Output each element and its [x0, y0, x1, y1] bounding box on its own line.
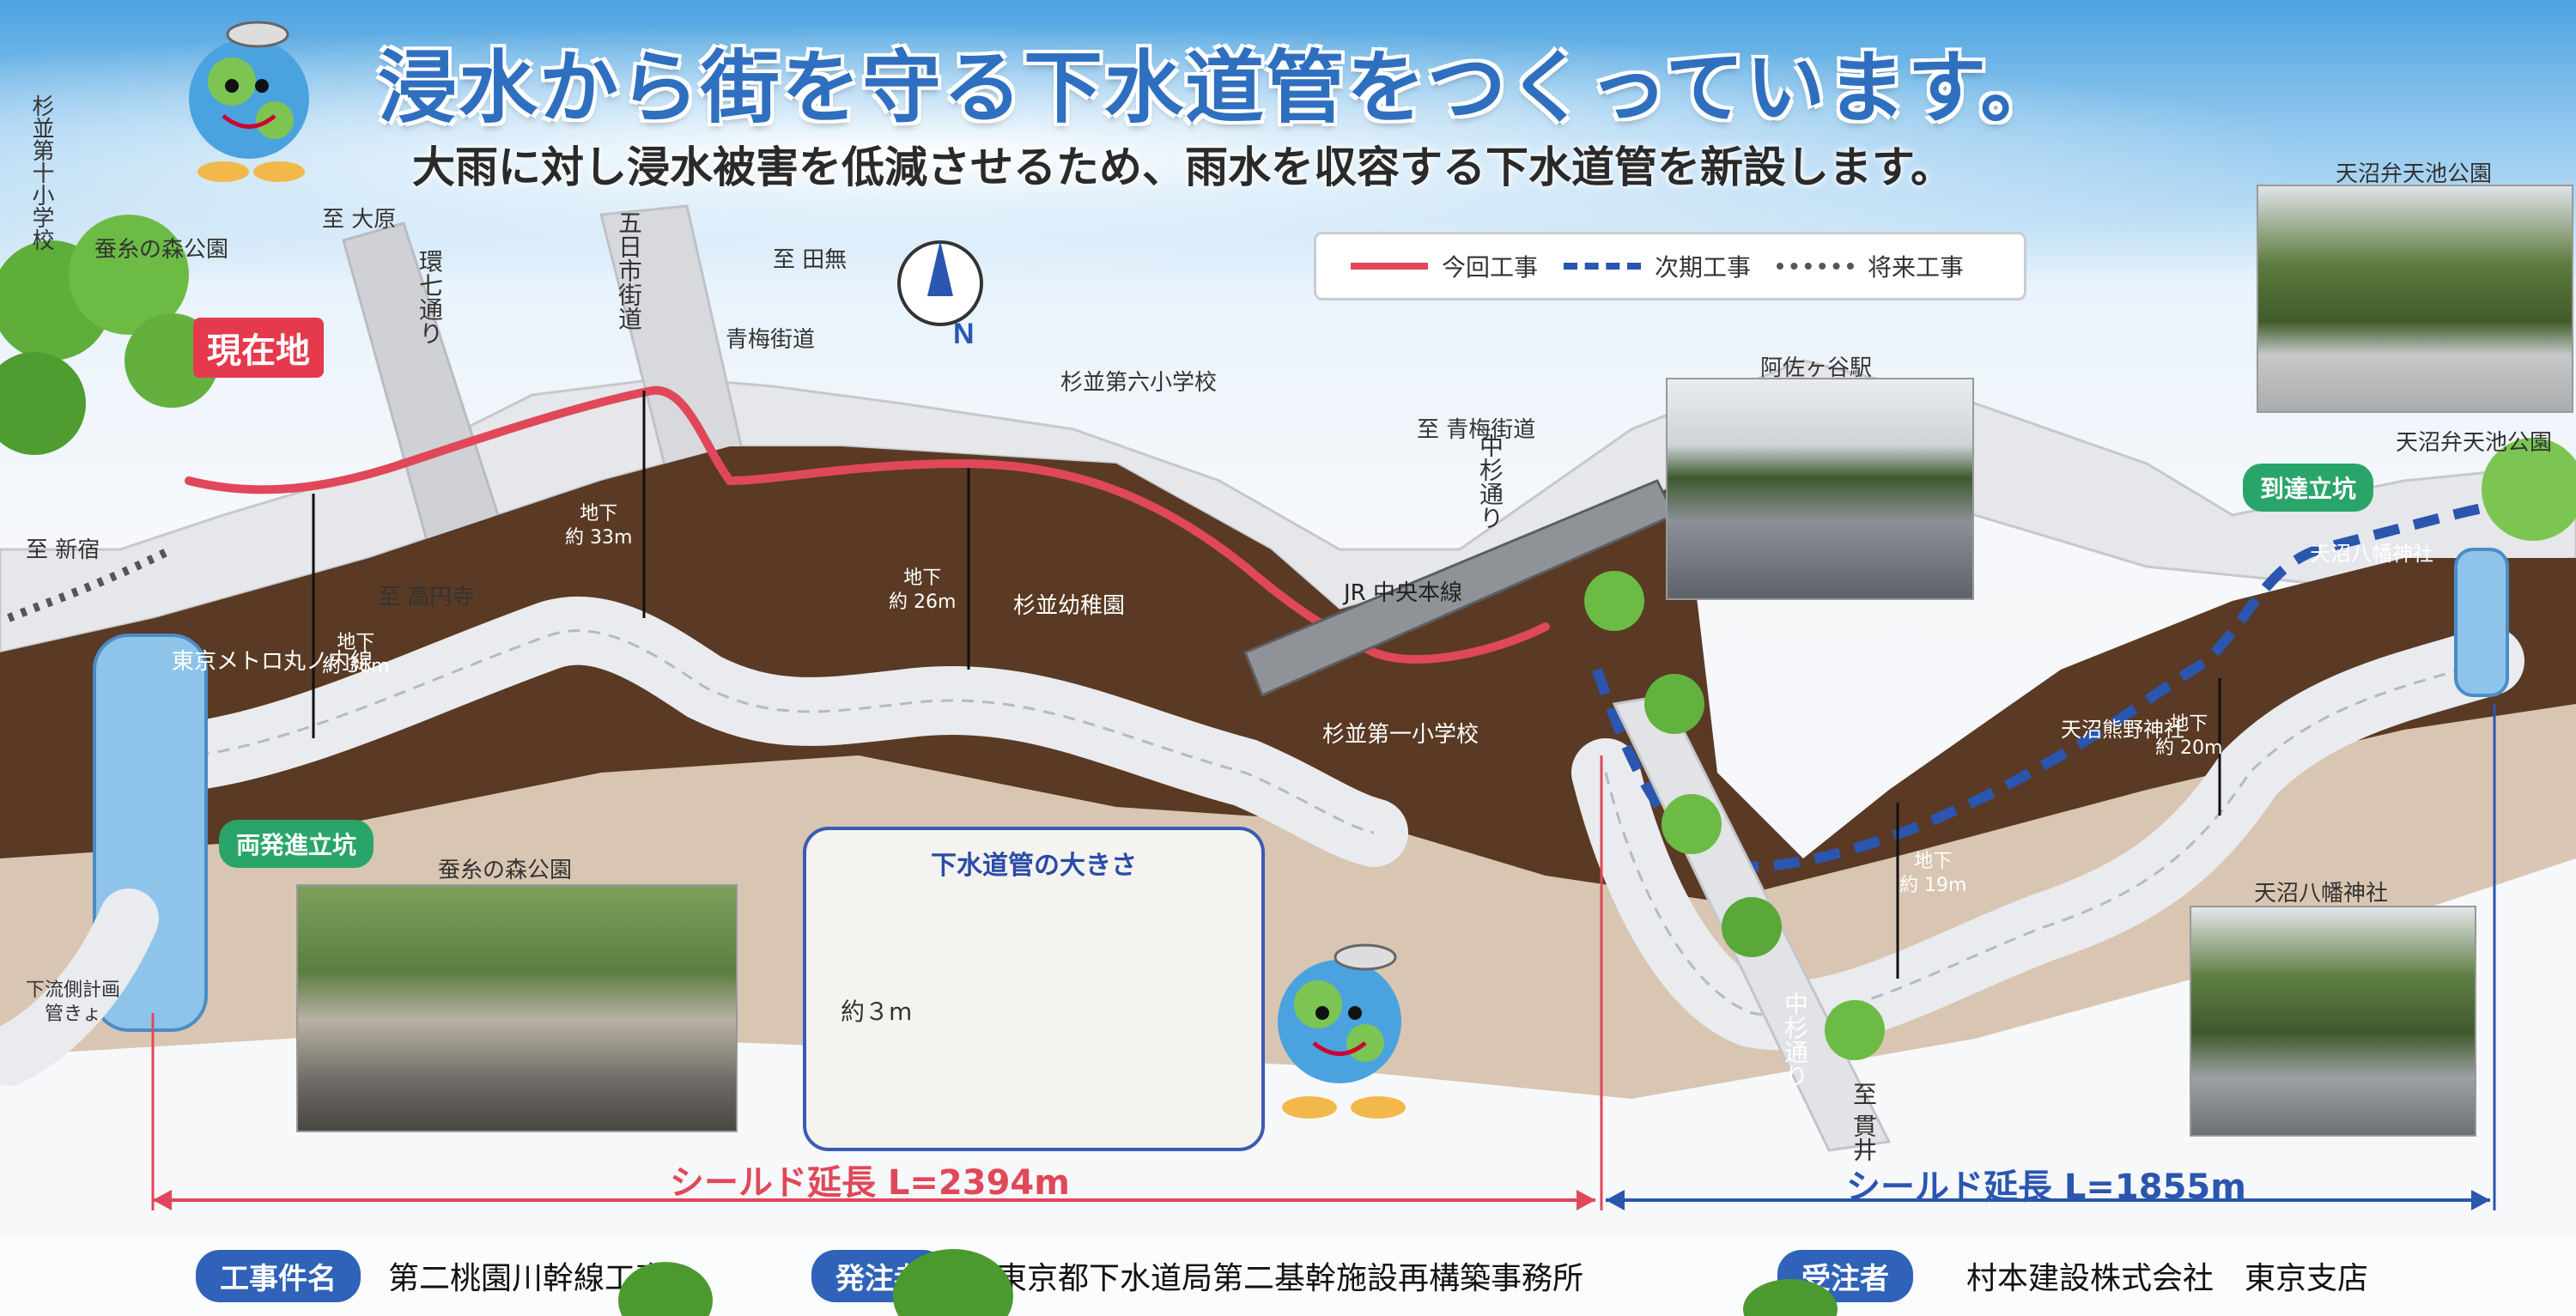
photo-benten-park — [2257, 185, 2573, 413]
legend-next-line — [1564, 263, 1642, 270]
label-suginami10: 杉並第十小学校 — [28, 94, 54, 251]
label-kindergarten: 杉並幼稚園 — [1013, 593, 1126, 619]
span-left-label: シールド延長 L=2394m — [670, 1163, 1070, 1203]
label-suginami1: 杉並第一小学校 — [1322, 722, 1479, 748]
label-jr: JR 中央本線 — [1344, 580, 1462, 606]
depth-20: 地下 約 20m — [2155, 713, 2223, 759]
legend-future-line — [1777, 263, 1855, 270]
label-suginami6: 杉並第六小学校 — [1060, 370, 1218, 396]
mascot-earth-icon — [189, 21, 309, 182]
depth-26: 地下 約 26m — [889, 567, 957, 613]
label-downstream: 下流側計画管きょ — [25, 979, 120, 1025]
legend: 今回工事 次期工事 将来工事 — [1314, 232, 2026, 300]
label-itsukaichi: 五日市街道 — [615, 210, 643, 331]
footer-orderer-value: 東京都下水道局第二基幹施設再構築事務所 — [996, 1261, 1584, 1296]
label-to-nukui: 至 貫井 — [1850, 1082, 1878, 1161]
legend-current-line — [1351, 263, 1428, 270]
legend-future-label: 将来工事 — [1868, 253, 1965, 282]
pipe-size-diameter: 約３m — [841, 998, 913, 1026]
departure-shaft-badge: 両発進立坑 — [219, 820, 374, 868]
pipe-size-panel: 下水道管の大きさ 約３m — [803, 827, 1265, 1151]
legend-current-label: 今回工事 — [1442, 253, 1539, 282]
depth-19: 地下 約 19m — [1899, 851, 1967, 896]
label-to-tanashi: 至 田無 — [773, 247, 848, 273]
label-to-shinjuku: 至 新宿 — [26, 537, 100, 563]
label-nakasugi-bottom: 中杉通り — [1781, 992, 1809, 1088]
label-to-oohara: 至 大原 — [322, 207, 397, 233]
depth-36: 地下 約 36m — [322, 632, 390, 677]
here-badge: 現在地 — [193, 318, 324, 378]
footer-contractor-value: 村本建設株式会社 東京支店 — [1966, 1261, 2369, 1296]
label-kaiko-park-top: 蚕糸の森公園 — [94, 237, 229, 263]
label-hachiman-map: 天沼八幡神社 — [2310, 542, 2433, 566]
svg-text:N: N — [953, 318, 975, 350]
label-hachiman-photo: 天沼八幡神社 — [2254, 881, 2389, 907]
arrival-shaft-badge: 到達立坑 — [2243, 464, 2374, 512]
photo-asagaya-station — [1666, 378, 1974, 600]
photo-kaiko-park — [296, 884, 738, 1132]
label-nakasugi-top: 中杉通り — [1476, 434, 1504, 530]
legend-next: 次期工事 — [1564, 249, 1751, 283]
compass-icon: N — [897, 240, 983, 350]
page-subtitle: 大雨に対し浸水被害を低減させるため、雨水を収容する下水道管を新設します。 — [412, 143, 1953, 192]
page-title: 浸水から街を守る下水道管をつくっています。 — [378, 42, 2062, 134]
label-oume: 青梅街道 — [726, 327, 816, 353]
signboard: N 浸水から街を守る下水道管をつくっています。 大雨に対し浸水被害を低減させるた… — [0, 0, 2576, 1316]
label-to-koenji: 至 高円寺 — [378, 585, 475, 610]
legend-future: 将来工事 — [1777, 249, 1964, 283]
label-kannana: 環七通り — [416, 249, 444, 345]
label-benten-photo: 天沼弁天池公園 — [2336, 161, 2493, 187]
photo-hachiman-shrine — [2190, 906, 2476, 1137]
span-right-label: シールド延長 L=1855m — [1846, 1167, 2246, 1207]
depth-33: 地下 約 33m — [565, 503, 633, 549]
legend-next-label: 次期工事 — [1655, 253, 1752, 282]
label-kaiko-park-photo: 蚕糸の森公園 — [438, 858, 573, 883]
legend-current: 今回工事 — [1351, 249, 1538, 283]
arrival-shaft — [2454, 548, 2509, 697]
label-benten-map: 天沼弁天池公園 — [2396, 430, 2553, 456]
footer-project-key: 工事件名 — [196, 1250, 361, 1302]
pipe-size-title: 下水道管の大きさ — [931, 851, 1137, 881]
